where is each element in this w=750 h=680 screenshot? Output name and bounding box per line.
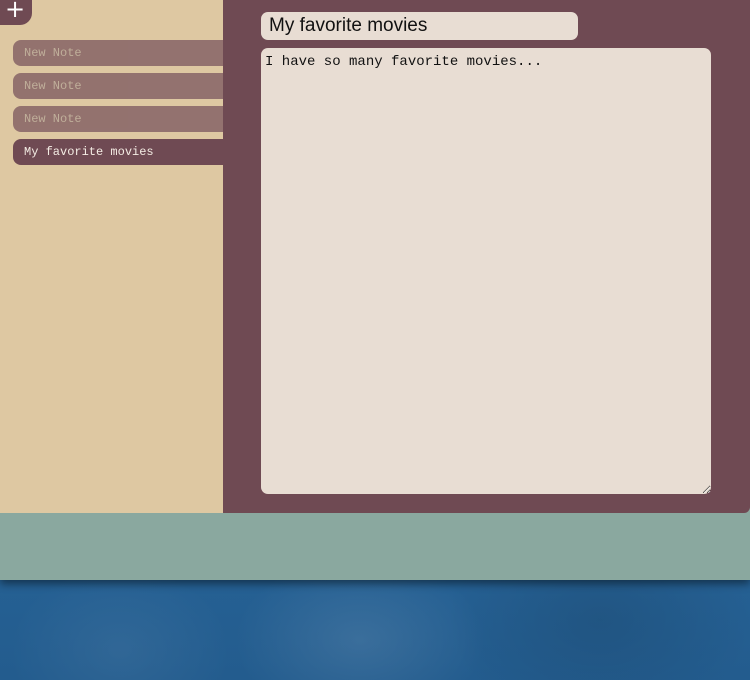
notes-sidebar: + New Note New Note New Note My favorite… <box>0 0 223 513</box>
note-list-item[interactable]: New Note <box>13 40 223 66</box>
note-body-textarea[interactable]: I have so many favorite movies... <box>261 48 711 494</box>
note-list: New Note New Note New Note My favorite m… <box>13 40 223 172</box>
notes-app-window: + New Note New Note New Note My favorite… <box>0 0 750 580</box>
add-note-button[interactable]: + <box>0 0 32 25</box>
plus-icon: + <box>5 0 26 23</box>
note-list-item[interactable]: New Note <box>13 106 223 132</box>
note-title-input[interactable] <box>261 12 578 40</box>
note-list-item-selected[interactable]: My favorite movies <box>13 139 223 165</box>
note-list-item[interactable]: New Note <box>13 73 223 99</box>
note-editor: I have so many favorite movies... <box>223 0 750 513</box>
